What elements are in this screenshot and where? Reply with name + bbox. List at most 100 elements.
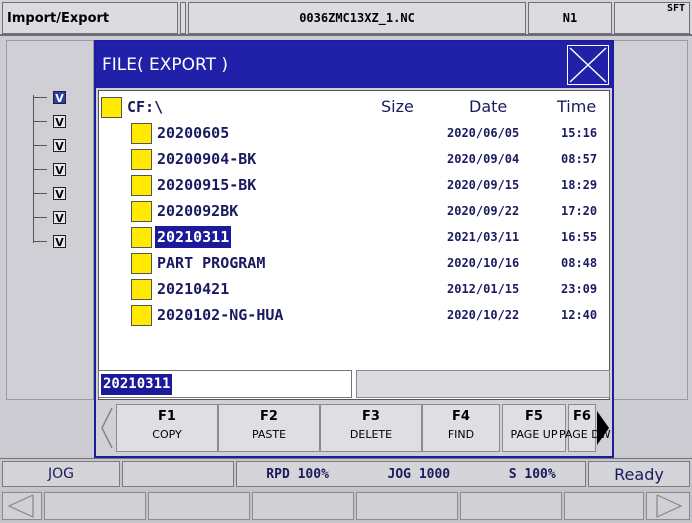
bottom-key[interactable] <box>460 492 562 520</box>
column-size: Size <box>381 97 414 116</box>
spindle-override: S 100% <box>508 466 556 482</box>
list-item[interactable]: 20210421 2012/01/15 23:09 <box>99 277 609 301</box>
file-date: 2012/01/15 <box>447 282 520 296</box>
file-time: 23:09 <box>561 282 598 296</box>
close-icon[interactable] <box>567 45 609 85</box>
tree-checkbox[interactable]: V <box>53 91 66 105</box>
list-item[interactable]: 20200915-BK 2020/09/15 18:29 <box>99 173 609 197</box>
tree-checkbox[interactable]: V <box>53 163 66 177</box>
current-path: CF:\ <box>127 98 164 116</box>
left-arrow-icon[interactable] <box>2 492 42 520</box>
list-item[interactable]: 2020092BK 2020/09/22 17:20 <box>99 199 609 223</box>
list-item-selected[interactable]: 20210311 2021/03/11 16:55 <box>99 225 609 249</box>
softkey-f5-page-up[interactable]: F5 PAGE UP <box>502 404 566 452</box>
file-time: 17:20 <box>561 204 598 218</box>
tree-checkbox[interactable]: V <box>53 115 66 129</box>
softkey-key: F5 <box>525 409 543 424</box>
sft-indicator: SFT <box>614 2 690 34</box>
status-blank <box>122 461 234 487</box>
tree-panel: V V V V V V V <box>6 40 94 400</box>
softkey-label: PASTE <box>251 428 287 441</box>
file-date: 2020/09/15 <box>447 178 520 192</box>
file-date: 2020/09/04 <box>447 152 520 166</box>
next-page-arrow-icon[interactable] <box>596 410 610 446</box>
file-name: 2020092BK <box>157 202 239 220</box>
file-date: 2020/06/05 <box>447 126 520 140</box>
tree-checkbox[interactable]: V <box>53 235 66 249</box>
filename-input-value: 20210311 <box>101 374 173 395</box>
folder-icon <box>131 149 152 170</box>
softkey-label: COPY <box>152 428 182 441</box>
softkey-f6-page-down[interactable]: F6 PAGE DW <box>559 404 611 452</box>
bottom-key[interactable] <box>148 492 250 520</box>
secondary-input[interactable] <box>356 370 610 398</box>
top-header-bar: Import/Export 0036ZMC13XZ_1.NC N1 SFT <box>0 0 692 36</box>
file-list[interactable]: CF:\ Size Date Time 20200605 2020/06/05 … <box>98 90 610 400</box>
header-spacer <box>180 2 186 34</box>
list-item[interactable]: PART PROGRAM 2020/10/16 08:48 <box>99 251 609 275</box>
file-time: 08:57 <box>561 152 598 166</box>
right-panel <box>612 40 688 400</box>
softkey-f4-find[interactable]: F4 FIND <box>422 404 500 452</box>
tree-checkbox[interactable]: V <box>53 139 66 153</box>
file-name: 20200904-BK <box>157 150 257 168</box>
bottom-key-bar <box>0 490 692 521</box>
softkey-label: DELETE <box>349 428 393 441</box>
softkey-f2-paste[interactable]: F2 PASTE <box>218 404 320 452</box>
softkey-key: F2 <box>260 409 278 424</box>
right-arrow-icon[interactable] <box>646 492 690 520</box>
column-time: Time <box>557 97 597 116</box>
file-name: 2020102-NG-HUA <box>157 306 284 324</box>
bottom-key[interactable] <box>252 492 354 520</box>
file-name: 20210311 <box>155 226 232 248</box>
softkey-key: F3 <box>362 409 380 424</box>
file-time: 16:55 <box>561 230 598 244</box>
file-date: 2020/10/22 <box>447 308 520 322</box>
override-readout: RPD 100% JOG 1000 S 100% <box>236 461 586 487</box>
channel-indicator: N1 <box>528 2 612 34</box>
jog-feed: JOG 1000 <box>387 466 451 482</box>
machine-state: Ready <box>588 461 690 487</box>
softkey-label: PAGE UP <box>510 428 558 441</box>
file-list-header: CF:\ Size Date Time <box>99 95 609 119</box>
dialog-title: FILE( EXPORT ) <box>102 55 229 75</box>
softkey-label: PAGE DW <box>559 428 611 441</box>
folder-icon <box>131 253 152 274</box>
prev-page-arrow-icon[interactable] <box>98 404 114 452</box>
folder-icon <box>131 201 152 222</box>
status-bar: JOG RPD 100% JOG 1000 S 100% Ready <box>0 458 692 488</box>
softkey-key: F4 <box>452 409 470 424</box>
softkey-key: F1 <box>158 409 176 424</box>
tree-checkbox[interactable]: V <box>53 187 66 201</box>
filename-input[interactable]: 20210311 <box>98 370 352 398</box>
folder-icon <box>131 279 152 300</box>
program-filename: 0036ZMC13XZ_1.NC <box>188 2 526 34</box>
file-time: 15:16 <box>561 126 598 140</box>
mode-indicator: JOG <box>2 461 120 487</box>
softkey-bar: F1 COPY F2 PASTE F3 DELETE F4 FIND F5 PA… <box>98 404 612 454</box>
list-item[interactable]: 2020102-NG-HUA 2020/10/22 12:40 <box>99 303 609 327</box>
bottom-key[interactable] <box>356 492 458 520</box>
list-item[interactable]: 20200605 2020/06/05 15:16 <box>99 121 609 145</box>
file-name: 20210421 <box>157 280 230 298</box>
folder-icon <box>131 123 152 144</box>
file-export-dialog: FILE( EXPORT ) CF:\ Size Date Time 20200… <box>94 40 614 458</box>
dialog-title-bar: FILE( EXPORT ) <box>96 42 612 88</box>
softkey-label: FIND <box>447 428 475 441</box>
file-date: 2020/09/22 <box>447 204 520 218</box>
list-item[interactable]: 20200904-BK 2020/09/04 08:57 <box>99 147 609 171</box>
folder-icon <box>131 227 152 248</box>
folder-icon <box>101 97 122 118</box>
bottom-key[interactable] <box>44 492 146 520</box>
softkey-f1-copy[interactable]: F1 COPY <box>116 404 218 452</box>
bottom-key[interactable] <box>564 492 644 520</box>
softkey-f3-delete[interactable]: F3 DELETE <box>320 404 422 452</box>
file-time: 12:40 <box>561 308 598 322</box>
tree-checkbox[interactable]: V <box>53 211 66 225</box>
file-name: 20200915-BK <box>157 176 257 194</box>
file-name: PART PROGRAM <box>157 254 266 272</box>
file-time: 08:48 <box>561 256 598 270</box>
file-time: 18:29 <box>561 178 598 192</box>
folder-icon <box>131 175 152 196</box>
folder-icon <box>131 305 152 326</box>
